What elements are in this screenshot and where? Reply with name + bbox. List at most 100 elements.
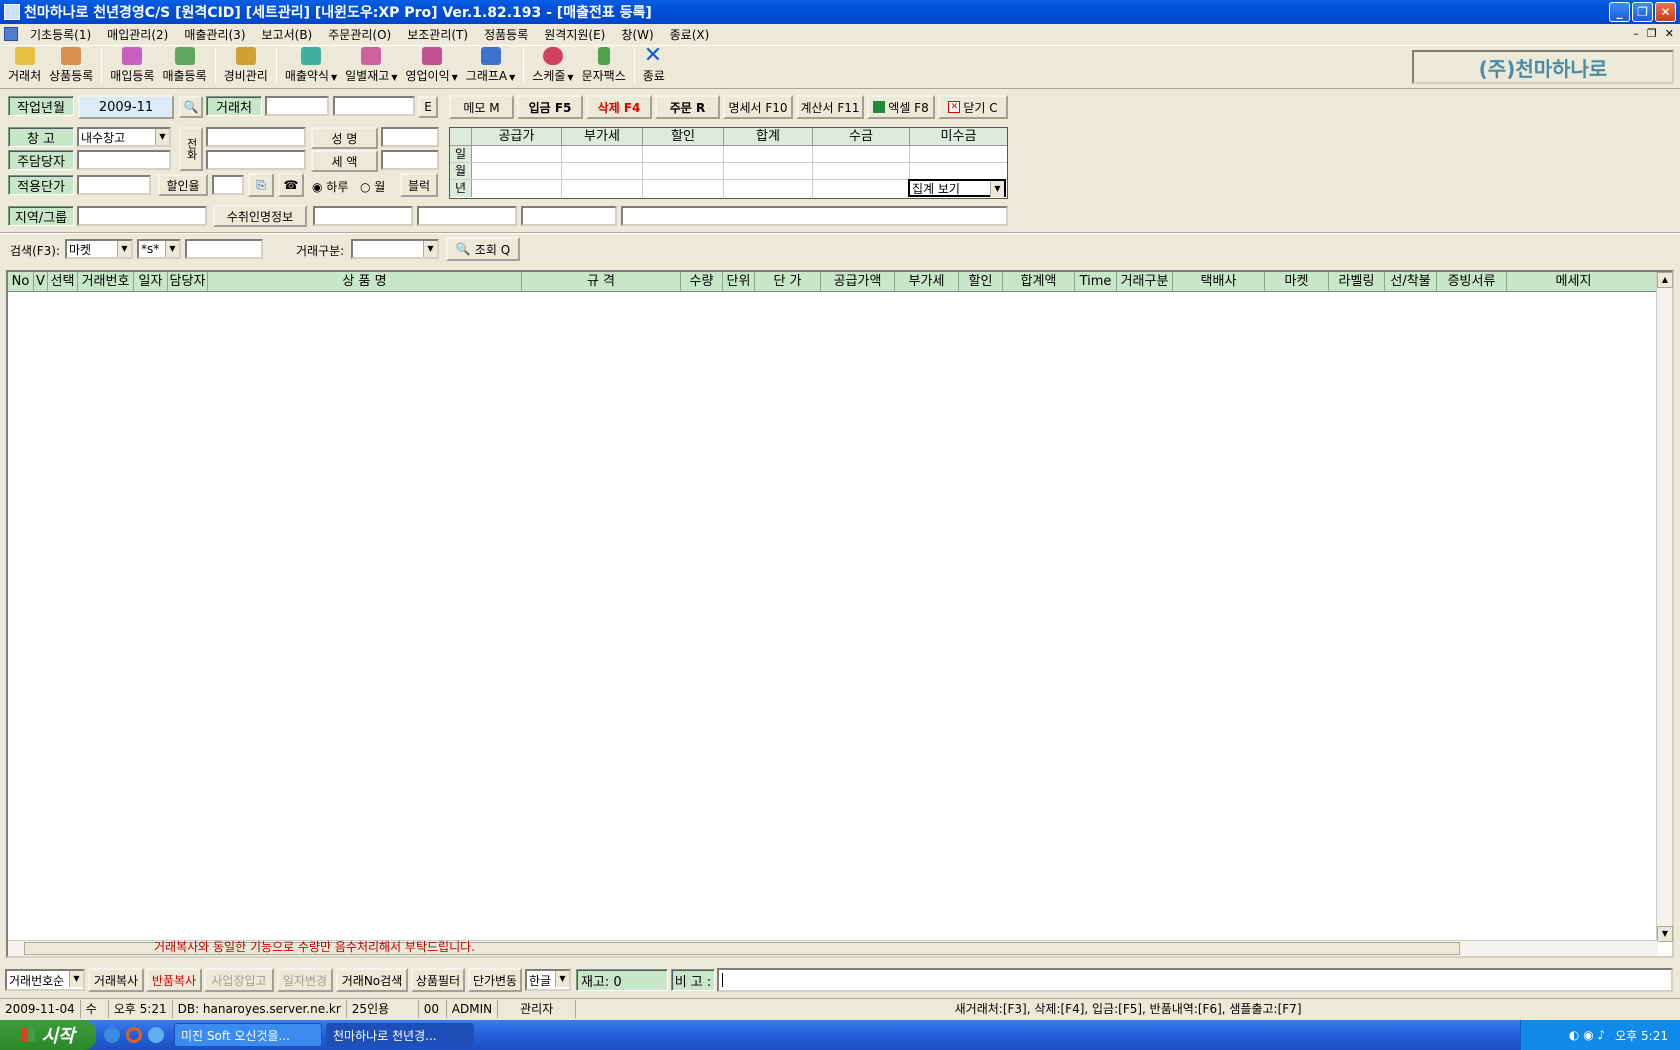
col-product-name[interactable]: 상 품 명 (208, 272, 522, 291)
name-input[interactable] (381, 127, 439, 147)
menu-exit[interactable]: 종료(X) (662, 26, 718, 43)
receiver-mobile-input[interactable] (521, 206, 617, 226)
discount-input[interactable] (212, 175, 244, 195)
phone-input[interactable] (206, 127, 306, 147)
return-copy-button[interactable]: 반품복사 (146, 968, 202, 992)
trade-type-select[interactable]: ▼ (351, 239, 439, 259)
note-input[interactable] (717, 968, 1673, 992)
col-courier[interactable]: 택배사 (1173, 272, 1265, 291)
col-vat[interactable]: 부가세 (895, 272, 959, 291)
warehouse-select[interactable]: 내수창고 ▼ (77, 127, 171, 147)
mdi-restore-icon[interactable]: ❐ (1647, 27, 1657, 40)
menu-sales[interactable]: 매출관리(3) (176, 26, 253, 43)
product-filter-button[interactable]: 상품필터 (411, 968, 465, 992)
col-total[interactable]: 합계액 (1003, 272, 1075, 291)
col-message[interactable]: 메세지 (1507, 272, 1640, 291)
menu-report[interactable]: 보고서(B) (254, 26, 321, 43)
close-button[interactable]: ✕ (1655, 2, 1676, 22)
manager-input[interactable] (77, 150, 171, 170)
copy-icon[interactable]: ⎘ (248, 173, 274, 197)
tb-product-button[interactable]: 상품등록 (45, 44, 97, 88)
receiver-info-button[interactable]: 수취인명정보 (213, 205, 307, 227)
col-labeling[interactable]: 라벨링 (1329, 272, 1385, 291)
search-field-select[interactable]: 마켓 ▼ (65, 239, 133, 259)
mdi-minimize-icon[interactable]: – (1633, 27, 1639, 40)
tb-graph-button[interactable]: 그래프A ▼ (462, 44, 520, 88)
statement-button[interactable]: 명세서 F10 (723, 95, 793, 119)
query-button[interactable]: 🔍 조회 Q (446, 237, 520, 261)
sort-select[interactable]: 거래번호순 ▼ (5, 969, 85, 991)
name-button[interactable]: 성 명 (311, 127, 378, 149)
col-market[interactable]: 마켓 (1265, 272, 1329, 291)
col-manager[interactable]: 담당자 (168, 272, 208, 291)
search-mode-select[interactable]: *s* ▼ (137, 239, 181, 259)
col-trade-no[interactable]: 거래번호 (78, 272, 134, 291)
trade-no-search-button[interactable]: 거래No검색 (336, 968, 408, 992)
invoice-button[interactable]: 계산서 F11 (796, 95, 864, 119)
price-change-button[interactable]: 단가변동 (468, 968, 522, 992)
col-time[interactable]: Time (1075, 272, 1117, 291)
browser-icon[interactable] (126, 1027, 142, 1043)
tb-sales-brief-button[interactable]: 매출약식 ▼ (281, 44, 341, 88)
search-icon[interactable]: 🔍 (179, 96, 203, 118)
start-button[interactable]: 시작 (0, 1020, 96, 1050)
receiver-name-input[interactable] (313, 206, 413, 226)
ie-icon[interactable] (104, 1027, 120, 1043)
tb-customer-button[interactable]: 거래처 (4, 44, 45, 88)
menu-license[interactable]: 정품등록 (476, 26, 536, 43)
menu-remote[interactable]: 원격지원(E) (536, 26, 613, 43)
col-price[interactable]: 단 가 (755, 272, 821, 291)
tb-schedule-button[interactable]: 스케줄 ▼ (528, 44, 577, 88)
menu-order[interactable]: 주문관리(O) (320, 26, 399, 43)
vertical-scrollbar[interactable]: ▲ ▼ (1656, 272, 1673, 942)
tax-input[interactable] (381, 150, 439, 170)
restore-button[interactable]: ❐ (1632, 2, 1653, 22)
col-select[interactable]: 선택 (48, 272, 78, 291)
block-button[interactable]: 블럭 (400, 173, 438, 197)
tb-exit-button[interactable]: ✕ 종료 (639, 44, 669, 88)
tb-expense-button[interactable]: 경비관리 (220, 44, 272, 88)
mdi-icon[interactable] (4, 27, 18, 41)
customer-name-input[interactable] (333, 96, 415, 116)
excel-button[interactable]: 엑셀 F8 (867, 95, 935, 119)
tb-daily-stock-button[interactable]: 일별재고 ▼ (341, 44, 401, 88)
col-trade-type[interactable]: 거래구분 (1117, 272, 1173, 291)
close-form-button[interactable]: ✕ 닫기 C (938, 95, 1008, 119)
col-discount[interactable]: 할인 (959, 272, 1003, 291)
scroll-down-icon[interactable]: ▼ (1657, 926, 1673, 942)
receiver-phone-input[interactable] (417, 206, 517, 226)
task-browser[interactable]: 미진 Soft 오신것을... (174, 1023, 322, 1047)
tb-sales-button[interactable]: 매출등록 (158, 44, 210, 88)
phone2-input[interactable] (206, 150, 306, 170)
memo-button[interactable]: 메모 M (449, 95, 514, 119)
menu-purchase[interactable]: 매입관리(2) (99, 26, 176, 43)
delete-button[interactable]: 삭제 F4 (586, 95, 652, 119)
copy-trade-button[interactable]: 거래복사 (88, 968, 144, 992)
col-shipping[interactable]: 선/착불 (1385, 272, 1437, 291)
radio-day[interactable]: ◉ 하루 (312, 178, 348, 195)
ie2-icon[interactable] (148, 1027, 164, 1043)
menu-window[interactable]: 창(W) (613, 26, 661, 43)
phone-call-icon[interactable]: ☎ (278, 173, 304, 197)
col-qty[interactable]: 수량 (681, 272, 723, 291)
col-unit[interactable]: 단위 (723, 272, 755, 291)
discount-button[interactable]: 할인율 (158, 174, 208, 196)
tb-purchase-button[interactable]: 매입등록 (106, 44, 158, 88)
mdi-close-icon[interactable]: ✕ (1665, 27, 1674, 40)
task-app[interactable]: 천마하나로 천년경... (326, 1023, 474, 1047)
summary-view-select[interactable]: 집계 보기 ▼ (908, 179, 1006, 197)
radio-month[interactable]: ○ 월 (360, 178, 385, 195)
tb-profit-button[interactable]: 영업이익 ▼ (401, 44, 461, 88)
tray-icons[interactable]: ◐ ◉ ♪ (1569, 1028, 1605, 1042)
col-supply[interactable]: 공급가액 (821, 272, 895, 291)
col-spec[interactable]: 규 격 (522, 272, 681, 291)
ime-select[interactable]: 한글 ▼ (525, 969, 571, 991)
region-input[interactable] (77, 206, 207, 226)
order-button[interactable]: 주문 R (655, 95, 720, 119)
tb-sms-fax-button[interactable]: 문자팩스 (578, 44, 630, 88)
col-proof[interactable]: 증빙서류 (1437, 272, 1507, 291)
menu-basic[interactable]: 기초등록(1) (22, 26, 99, 43)
search-input[interactable] (185, 239, 263, 259)
price-input[interactable] (77, 175, 151, 195)
receiver-address-input[interactable] (621, 206, 1008, 226)
